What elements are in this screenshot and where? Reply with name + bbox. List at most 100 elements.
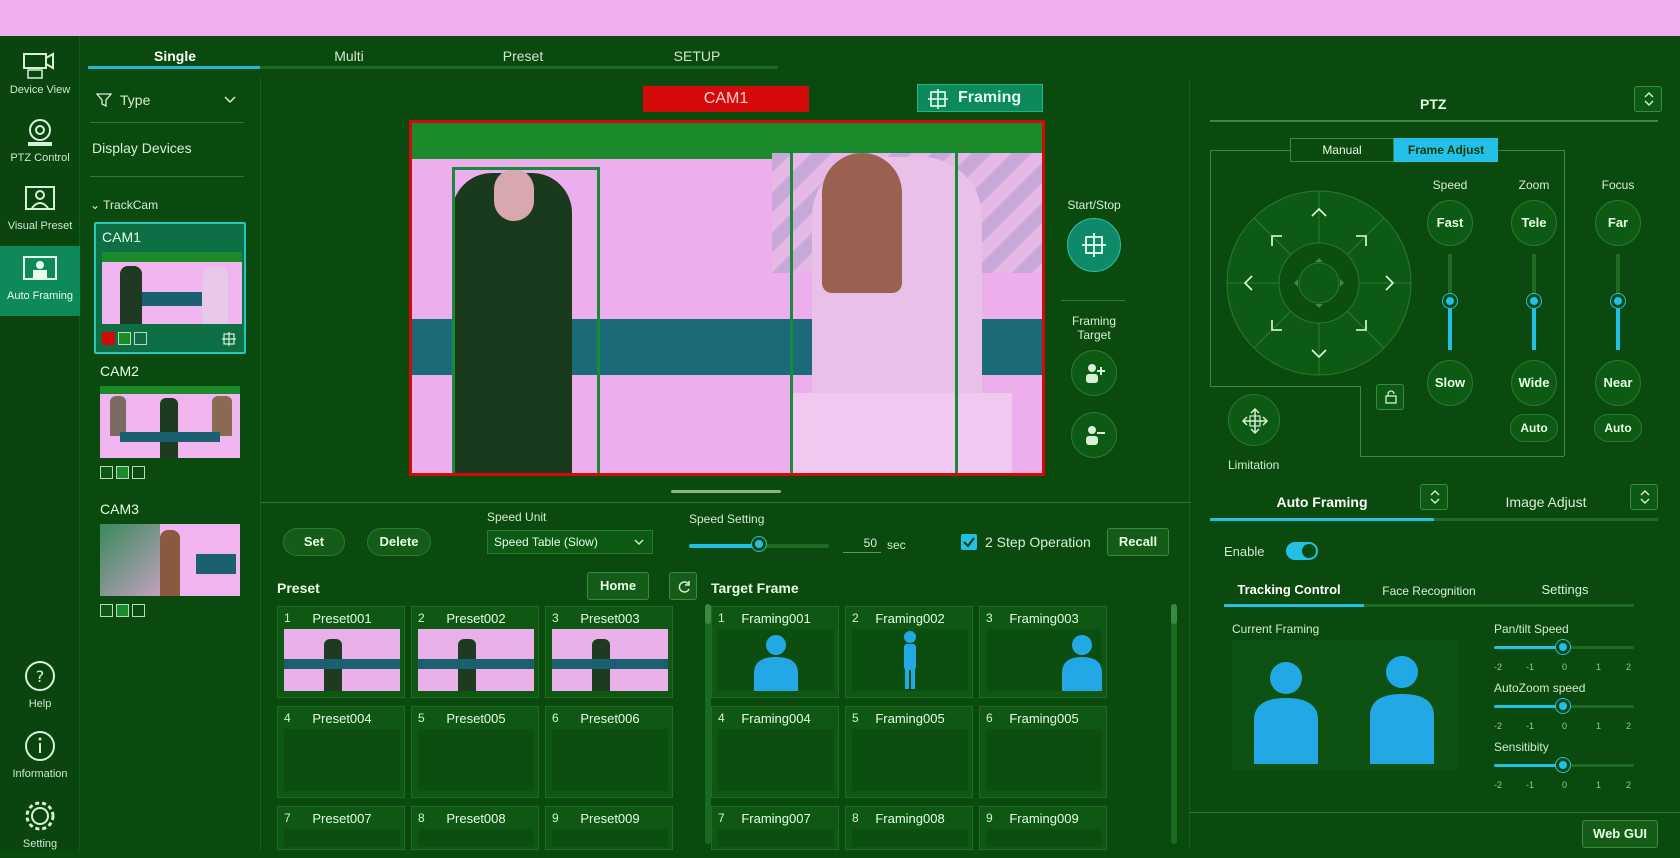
preset-cell[interactable]: 9 Preset009 [545, 806, 673, 850]
title-bar [0, 0, 1680, 36]
subtab-face-recognition[interactable]: Face Recognition [1364, 584, 1494, 598]
nav-device-view[interactable]: Device View [0, 40, 80, 108]
sensitivity-label: Sensitibity [1494, 740, 1549, 754]
display-devices-label: Display Devices [92, 140, 192, 156]
nav-information[interactable]: Information [0, 720, 80, 788]
camera-mic-icon [23, 52, 54, 79]
pan-tilt-speed-knob[interactable] [1556, 640, 1570, 654]
preset-thumbnail [284, 629, 400, 691]
ptz-collapse-button[interactable] [1634, 86, 1662, 112]
preset-cell[interactable]: 3 Preset003 [545, 606, 673, 698]
status-green-square [116, 604, 129, 617]
set-button[interactable]: Set [283, 528, 345, 556]
target-thumbnail [852, 829, 968, 847]
left-navigation: Device View PTZ Control Visual Preset Au… [0, 36, 80, 850]
autozoom-speed-knob[interactable] [1556, 699, 1570, 713]
ptz-joystick[interactable] [1224, 188, 1414, 378]
speed-value-field[interactable]: 50 [843, 533, 881, 553]
chevron-down-icon [224, 96, 236, 104]
ptz-frame-line [1498, 150, 1564, 151]
refresh-button[interactable] [669, 572, 697, 600]
target-cell[interactable]: 9 Framing009 [979, 806, 1107, 850]
nav-auto-framing[interactable]: Auto Framing [0, 246, 80, 316]
preset-cell[interactable]: 5 Preset005 [411, 706, 539, 798]
nav-setting[interactable]: Setting [0, 790, 80, 858]
speed-vslider-knob[interactable] [1443, 294, 1457, 308]
ptz-frame-line [1210, 386, 1360, 387]
tab-image-adjust[interactable]: Image Adjust [1434, 494, 1658, 510]
tab-multi[interactable]: Multi [262, 48, 436, 64]
zoom-tele-button[interactable]: Tele [1511, 200, 1557, 246]
type-filter[interactable]: Type [96, 90, 246, 114]
chevron-updown-icon [1644, 92, 1654, 106]
focus-vslider-knob[interactable] [1611, 294, 1625, 308]
enable-toggle[interactable] [1286, 542, 1318, 560]
target-thumbnail [852, 729, 968, 791]
nav-ptz-control[interactable]: PTZ Control [0, 108, 80, 176]
person-icon [1062, 635, 1102, 691]
limitation-label: Limitation [1228, 458, 1280, 472]
limitation-button[interactable] [1228, 394, 1280, 446]
speed-slider-knob[interactable] [752, 537, 766, 551]
resize-handle[interactable] [671, 490, 781, 493]
visual-preset-icon [25, 186, 55, 210]
ptz-camera-icon [28, 119, 52, 146]
preset-cell[interactable]: 8 Preset008 [411, 806, 539, 850]
target-cell[interactable]: 7 Framing007 [711, 806, 839, 850]
tab-single[interactable]: Single [88, 48, 262, 64]
focus-auto-button[interactable]: Auto [1594, 414, 1642, 442]
target-cell[interactable]: 4 Framing004 [711, 706, 839, 798]
speed-unit-select[interactable]: Speed Table (Slow) [487, 530, 653, 554]
cam-card-cam1[interactable]: CAM1 [94, 222, 246, 354]
preset-cell[interactable]: 7 Preset007 [277, 806, 405, 850]
trackcam-group[interactable]: ⌄ TrackCam [90, 198, 158, 212]
recall-button[interactable]: Recall [1107, 528, 1169, 556]
speed-fast-button[interactable]: Fast [1427, 200, 1473, 246]
target-cell[interactable]: 1 Framing001 [711, 606, 839, 698]
target-cell[interactable]: 6 Framing005 [979, 706, 1107, 798]
web-gui-button[interactable]: Web GUI [1582, 820, 1658, 848]
preset-cell[interactable]: 2 Preset002 [411, 606, 539, 698]
preset-cell[interactable]: 1 Preset001 [277, 606, 405, 698]
divider [90, 122, 244, 123]
target-cell[interactable]: 3 Framing003 [979, 606, 1107, 698]
unlock-button[interactable] [1376, 384, 1404, 410]
delete-button[interactable]: Delete [367, 528, 431, 556]
start-stop-button[interactable] [1067, 218, 1121, 272]
preset-cell[interactable]: 6 Preset006 [545, 706, 673, 798]
zoom-wide-button[interactable]: Wide [1511, 360, 1557, 406]
subtab-tracking-control[interactable]: Tracking Control [1224, 582, 1354, 597]
nav-visual-preset[interactable]: Visual Preset [0, 176, 80, 244]
tracking-box [790, 149, 958, 473]
subtab-settings[interactable]: Settings [1500, 582, 1630, 597]
speed-slow-button[interactable]: Slow [1427, 360, 1473, 406]
target-cell[interactable]: 2 Framing002 [845, 606, 973, 698]
nav-help[interactable]: ? Help [0, 650, 80, 718]
tab-preset[interactable]: Preset [436, 48, 610, 64]
zoom-auto-button[interactable]: Auto [1510, 414, 1558, 442]
live-video[interactable] [409, 120, 1045, 476]
ptz-frame-line [1564, 150, 1565, 456]
image-adjust-expand-button[interactable] [1630, 484, 1658, 510]
target-cell[interactable]: 8 Framing008 [845, 806, 973, 850]
home-button[interactable]: Home [587, 572, 649, 600]
cam-card-cam2[interactable]: CAM2 [94, 358, 246, 490]
two-step-checkbox[interactable] [961, 534, 977, 550]
focus-far-button[interactable]: Far [1595, 200, 1641, 246]
zoom-vslider-knob[interactable] [1527, 294, 1541, 308]
person-icon [1254, 662, 1318, 764]
current-framing-label: Current Framing [1232, 622, 1320, 636]
manual-toggle[interactable]: Manual [1290, 138, 1394, 162]
add-target-button[interactable] [1071, 350, 1117, 396]
remove-target-button[interactable] [1071, 412, 1117, 458]
tab-setup[interactable]: SETUP [610, 48, 784, 64]
tab-auto-framing[interactable]: Auto Framing [1210, 494, 1434, 510]
cam-card-cam3[interactable]: CAM3 [94, 496, 246, 628]
frame-adjust-toggle[interactable]: Frame Adjust [1394, 138, 1498, 162]
focus-near-button[interactable]: Near [1595, 360, 1641, 406]
target-scrollbar[interactable] [1171, 604, 1177, 844]
sensitivity-knob[interactable] [1556, 758, 1570, 772]
target-cell[interactable]: 5 Framing005 [845, 706, 973, 798]
preset-cell[interactable]: 4 Preset004 [277, 706, 405, 798]
framing-button[interactable]: Framing [917, 84, 1043, 112]
